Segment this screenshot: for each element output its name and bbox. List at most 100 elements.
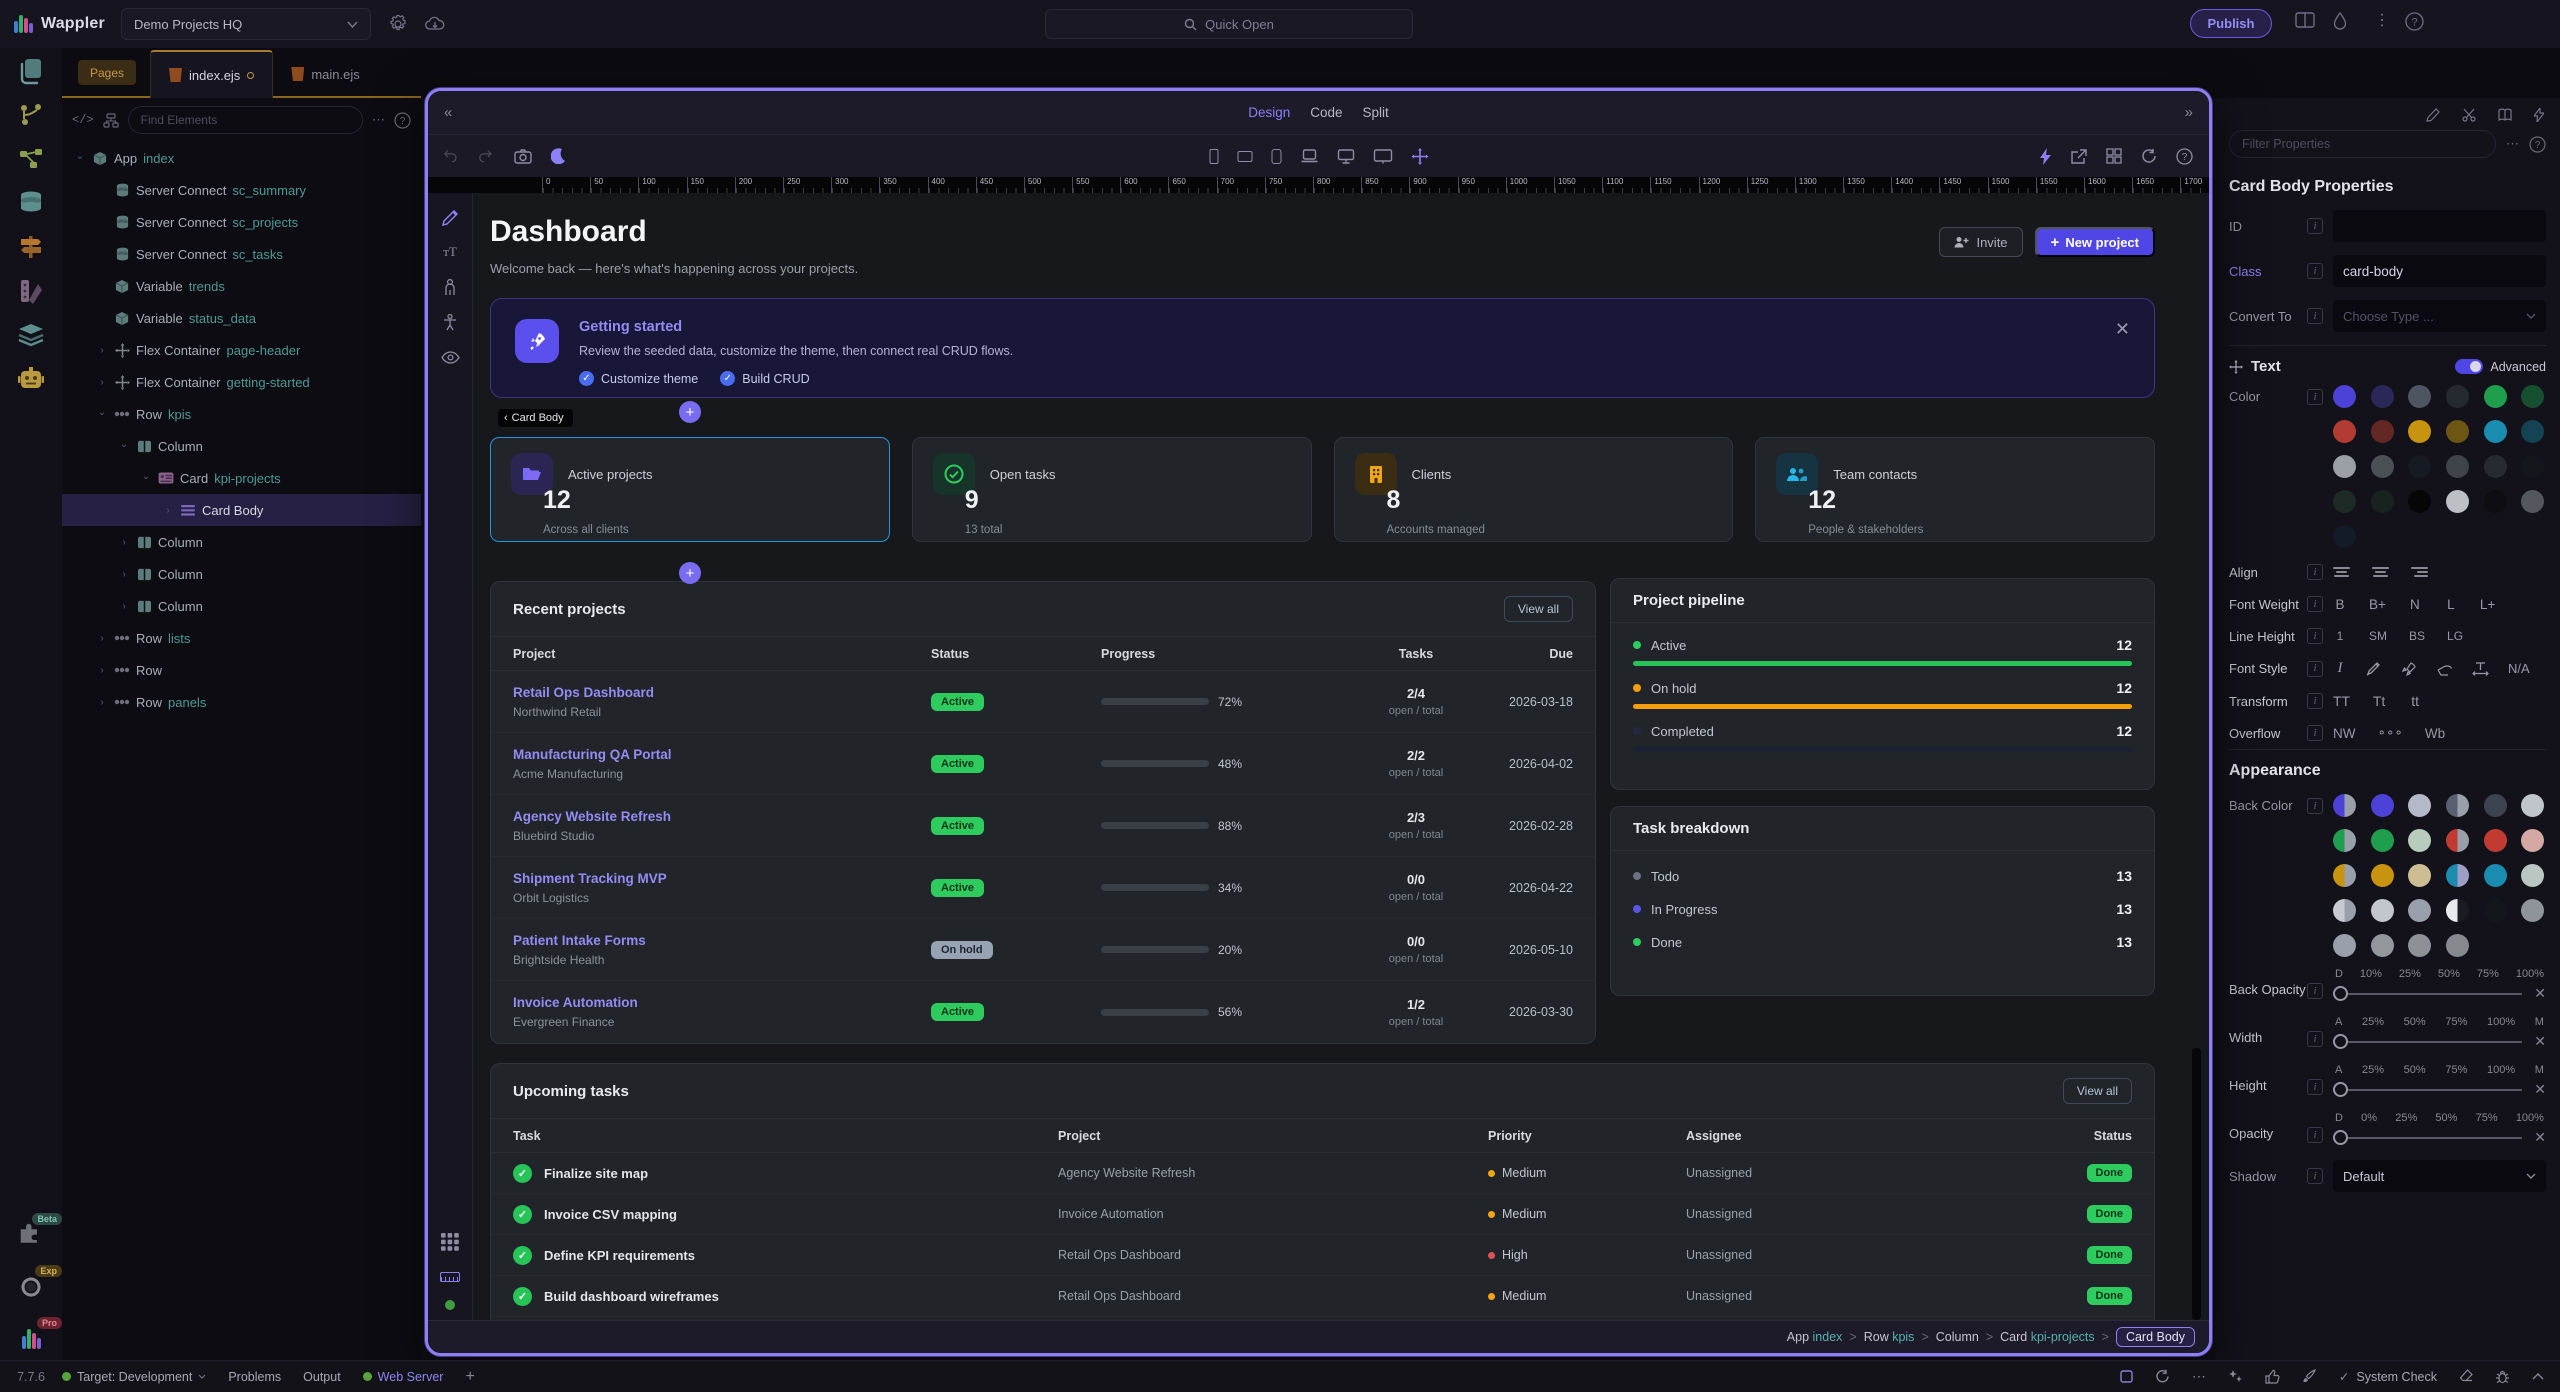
banner-close-icon[interactable]: ✕ — [2115, 319, 2130, 340]
recent-project-row[interactable]: Manufacturing QA PortalAcme Manufacturin… — [491, 733, 1595, 795]
selection-badge[interactable]: ‹Card Body — [498, 409, 573, 427]
tree-item-column[interactable]: ⌄Column — [62, 430, 421, 462]
back-color-swatch[interactable] — [2408, 829, 2431, 852]
more-icon[interactable]: ⋯ — [2192, 1368, 2206, 1385]
id-input[interactable] — [2333, 210, 2546, 242]
rocket-style-icon[interactable] — [2401, 661, 2417, 677]
kpi-card-active-projects[interactable]: Active projects12Across all clients — [490, 437, 890, 542]
slider-knob[interactable] — [2333, 1082, 2348, 1097]
insert-after-button[interactable]: + — [679, 562, 701, 584]
device-small-tablet-icon[interactable] — [1271, 149, 1281, 164]
grid-view-icon[interactable] — [2106, 148, 2122, 164]
slider-track[interactable] — [2348, 993, 2522, 995]
back-color-swatch[interactable] — [2484, 899, 2507, 922]
line-height-option[interactable]: LG — [2447, 629, 2463, 643]
font-weight-option[interactable]: L — [2444, 597, 2458, 612]
text-color-swatch[interactable] — [2484, 420, 2507, 443]
recent-project-row[interactable]: Invoice AutomationEvergreen FinanceActiv… — [491, 981, 1595, 1043]
breadcrumb-current[interactable]: Card Body — [2116, 1327, 2195, 1347]
back-color-swatch[interactable] — [2371, 934, 2394, 957]
text-color-swatch[interactable] — [2333, 490, 2356, 513]
align-center-icon[interactable] — [2372, 567, 2389, 577]
convert-type-select[interactable]: Choose Type ... — [2333, 300, 2546, 332]
slider-track[interactable] — [2348, 1041, 2522, 1043]
transform-option[interactable]: TT — [2333, 693, 2350, 709]
screenshot-camera-icon[interactable] — [514, 149, 532, 164]
project-link[interactable]: Patient Intake Forms — [513, 933, 931, 948]
slider-scale-tick[interactable]: 10% — [2360, 968, 2382, 980]
undo-icon[interactable] — [444, 149, 460, 163]
device-desktop-icon[interactable] — [1337, 149, 1354, 164]
back-color-swatch[interactable] — [2521, 794, 2544, 817]
theme-drop-icon[interactable] — [2333, 12, 2347, 30]
back-color-swatch[interactable] — [2371, 829, 2394, 852]
upcoming-view-all-button[interactable]: View all — [2063, 1078, 2132, 1104]
breadcrumb-item[interactable]: Column — [1936, 1330, 1979, 1344]
back-color-swatch[interactable] — [2446, 899, 2469, 922]
ruler-toggle-icon[interactable] — [439, 1266, 461, 1288]
slider-scale-tick[interactable]: 50% — [2404, 1064, 2426, 1076]
typography-icon[interactable]: ᴛT — [439, 241, 461, 263]
kpi-card-clients[interactable]: Clients8Accounts managed — [1334, 437, 1734, 542]
theme-brush-icon[interactable] — [2302, 1369, 2317, 1384]
slider-track[interactable] — [2348, 1089, 2522, 1091]
slider-scale-tick[interactable]: 0% — [2361, 1112, 2377, 1124]
back-color-swatch[interactable] — [2446, 829, 2469, 852]
project-selector[interactable]: Demo Projects HQ — [121, 8, 371, 40]
device-phone-icon[interactable] — [1209, 149, 1218, 164]
device-laptop-icon[interactable] — [1300, 149, 1318, 163]
back-color-info-icon[interactable]: i — [2307, 798, 2323, 814]
layout-columns-icon[interactable] — [2295, 12, 2315, 28]
shadow-select[interactable]: Default — [2333, 1160, 2546, 1192]
device-phone-landscape-icon[interactable] — [1237, 151, 1252, 162]
text-color-swatch[interactable] — [2333, 455, 2356, 478]
line-height-info-icon[interactable]: i — [2307, 628, 2323, 644]
align-right-icon[interactable] — [2411, 567, 2428, 577]
view-tab-design[interactable]: Design — [1248, 105, 1290, 120]
tree-expander-icon[interactable]: › — [96, 697, 108, 708]
back-color-swatch[interactable] — [2446, 794, 2469, 817]
find-elements-input[interactable] — [128, 106, 363, 134]
slider-scale-tick[interactable]: 100% — [2487, 1064, 2515, 1076]
recent-project-row[interactable]: Retail Ops DashboardNorthwind RetailActi… — [491, 671, 1595, 733]
back-color-swatch[interactable] — [2408, 864, 2431, 887]
project-link[interactable]: Agency Website Refresh — [513, 809, 931, 824]
tree-expander-icon[interactable]: ⌄ — [140, 471, 152, 482]
tree-expander-icon[interactable]: › — [162, 505, 174, 516]
slider-scale-tick[interactable]: D — [2335, 1112, 2343, 1124]
transform-option[interactable]: tt — [2408, 693, 2422, 709]
id-info-icon[interactable]: i — [2307, 218, 2323, 234]
designer-help-icon[interactable]: ? — [2176, 148, 2193, 165]
props-cut-icon[interactable] — [2462, 108, 2476, 122]
tree-expander-icon[interactable]: › — [118, 601, 130, 612]
tree-item-column[interactable]: ›Column — [62, 590, 421, 622]
recent-project-row[interactable]: Agency Website RefreshBluebird StudioAct… — [491, 795, 1595, 857]
back-color-swatch[interactable] — [2408, 934, 2431, 957]
slider-scale-tick[interactable]: 100% — [2516, 968, 2544, 980]
tree-item-trends[interactable]: Variabletrends — [62, 270, 421, 302]
text-color-swatch[interactable] — [2484, 490, 2507, 513]
font-weight-option[interactable]: L+ — [2480, 597, 2495, 612]
tree-item-index[interactable]: ⌄Appindex — [62, 142, 421, 174]
props-actions-icon[interactable] — [2534, 108, 2544, 122]
back-color-swatch[interactable] — [2333, 899, 2356, 922]
database-panel-icon[interactable] — [16, 188, 46, 218]
text-color-swatch[interactable] — [2333, 385, 2356, 408]
back-color-swatch[interactable] — [2333, 934, 2356, 957]
tree-item-kpis[interactable]: ⌄Rowkpis — [62, 398, 421, 430]
slider-scale-tick[interactable]: 25% — [2362, 1016, 2384, 1028]
slider-scale-tick[interactable]: D — [2335, 968, 2343, 980]
back-color-swatch[interactable] — [2371, 864, 2394, 887]
class-input[interactable] — [2333, 255, 2546, 287]
tree-expander-icon[interactable]: › — [118, 569, 130, 580]
back-color-swatch[interactable] — [2521, 829, 2544, 852]
text-color-swatch[interactable] — [2333, 420, 2356, 443]
tree-item-panels[interactable]: ›Rowpanels — [62, 686, 421, 718]
back-color-swatch[interactable] — [2484, 794, 2507, 817]
tree-item-column[interactable]: ›Column — [62, 526, 421, 558]
open-in-browser-icon[interactable] — [2070, 149, 2087, 164]
slider-clear-icon[interactable]: ✕ — [2534, 1033, 2546, 1050]
file-tab-index.ejs[interactable]: index.ejs — [150, 50, 273, 98]
upcoming-task-row[interactable]: ✓Build dashboard wireframesRetail Ops Da… — [491, 1276, 2154, 1317]
font-weight-option[interactable]: N — [2408, 597, 2422, 612]
